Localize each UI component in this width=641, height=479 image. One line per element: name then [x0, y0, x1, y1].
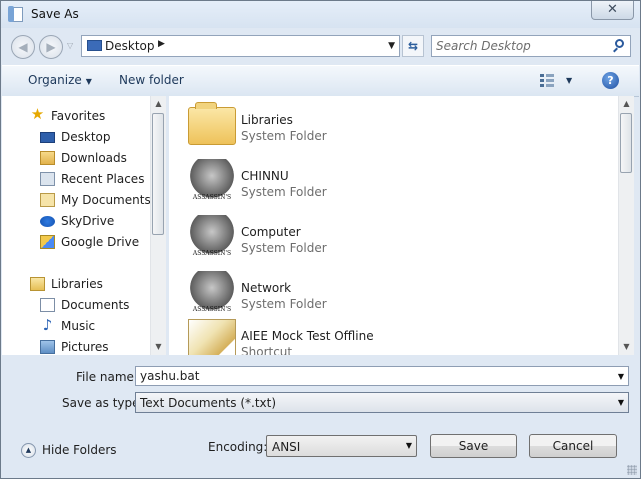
- address-dropdown-icon[interactable]: ▼: [388, 41, 395, 51]
- file-name: CHINNU: [241, 169, 289, 183]
- file-item-chinnu[interactable]: CHINNU System Folder: [169, 152, 609, 208]
- shortcut-icon: [188, 319, 236, 355]
- close-button[interactable]: ✕: [591, 1, 634, 20]
- encoding-label: Encoding:: [208, 440, 268, 454]
- save-as-type-label: Save as type:: [62, 396, 144, 410]
- computer-icon: [188, 215, 236, 263]
- document-icon: [40, 298, 55, 312]
- help-icon[interactable]: ?: [602, 72, 619, 89]
- file-name: Network: [241, 281, 292, 295]
- nav-item-desktop[interactable]: Desktop: [2, 127, 150, 147]
- chevron-down-icon: ▼: [617, 398, 624, 407]
- desktop-icon: [40, 132, 55, 143]
- chevron-up-icon: ▲: [21, 443, 36, 458]
- nav-item-favorites[interactable]: ★ Favorites: [2, 106, 150, 126]
- nav-item-recent-places[interactable]: Recent Places: [2, 169, 150, 189]
- user-folder-icon: [188, 159, 236, 207]
- scroll-up-icon[interactable]: ▲: [151, 96, 166, 112]
- music-icon: ♪: [42, 316, 53, 334]
- nav-item-documents[interactable]: Documents: [2, 295, 150, 315]
- libraries-icon: [30, 277, 45, 291]
- title-bar: Save As ✕: [1, 1, 640, 28]
- file-name-label: File name:: [76, 370, 138, 384]
- file-item-libraries[interactable]: Libraries System Folder: [169, 96, 609, 152]
- libraries-folder-icon: [188, 102, 236, 145]
- encoding-value: ANSI: [272, 440, 301, 454]
- chevron-down-icon: ▼: [85, 77, 92, 86]
- forward-arrow-icon: ▶: [46, 40, 56, 54]
- save-as-dialog: Save As ✕ ◀ ▶ ▽ Desktop ▶ ▼ ⇆ Organize▼ …: [0, 0, 641, 479]
- scroll-up-icon[interactable]: ▲: [619, 96, 634, 112]
- scroll-down-icon[interactable]: ▼: [619, 339, 634, 355]
- chevron-right-icon[interactable]: ▶: [158, 39, 165, 49]
- new-folder-button[interactable]: New folder: [119, 73, 184, 87]
- save-as-type-select[interactable]: Text Documents (*.txt) ▼: [135, 392, 629, 413]
- file-type: Shortcut: [241, 345, 293, 355]
- file-item-aiee-mock-test[interactable]: AIEE Mock Test Offline Shortcut: [169, 312, 609, 355]
- chevron-down-icon[interactable]: ▼: [618, 372, 624, 381]
- skydrive-icon: [40, 216, 55, 227]
- address-bar[interactable]: Desktop ▶ ▼: [81, 35, 400, 57]
- search-box[interactable]: [431, 35, 631, 57]
- scroll-down-icon[interactable]: ▼: [151, 339, 166, 355]
- save-button[interactable]: Save: [430, 434, 517, 458]
- organize-label: Organize: [28, 73, 82, 87]
- file-item-computer[interactable]: Computer System Folder: [169, 208, 609, 264]
- file-name: Libraries: [241, 113, 293, 127]
- back-button[interactable]: ◀: [11, 35, 35, 59]
- recent-locations-dropdown[interactable]: ▽: [67, 41, 73, 50]
- forward-button[interactable]: ▶: [39, 35, 63, 59]
- file-name-input[interactable]: [140, 368, 610, 384]
- file-type: System Folder: [241, 185, 327, 199]
- scrollbar-thumb[interactable]: [620, 113, 632, 173]
- nav-item-downloads[interactable]: Downloads: [2, 148, 150, 168]
- refresh-icon: ⇆: [407, 39, 419, 53]
- star-icon: ★: [30, 105, 45, 123]
- command-toolbar: Organize ▼ New folder ▼ ?: [2, 65, 639, 97]
- recent-places-icon: [40, 172, 55, 186]
- nav-item-google-drive[interactable]: Google Drive: [2, 232, 150, 252]
- pictures-icon: [40, 340, 55, 354]
- downloads-folder-icon: [40, 151, 55, 165]
- search-input[interactable]: [436, 38, 604, 54]
- documents-folder-icon: [40, 193, 55, 207]
- resize-grip[interactable]: [627, 465, 637, 475]
- navigation-pane: ★ Favorites Desktop Downloads Recent Plac…: [2, 96, 150, 355]
- nav-item-libraries[interactable]: Libraries: [2, 274, 150, 294]
- file-name-combobox[interactable]: ▼: [135, 366, 629, 386]
- address-location[interactable]: Desktop: [105, 39, 155, 53]
- nav-item-music[interactable]: ♪ Music: [2, 316, 150, 336]
- nav-item-my-documents[interactable]: My Documents: [2, 190, 150, 210]
- file-type: System Folder: [241, 129, 327, 143]
- file-type: System Folder: [241, 297, 327, 311]
- save-as-type-value: Text Documents (*.txt): [140, 396, 277, 410]
- navigation-pane-scrollbar[interactable]: ▲ ▼: [150, 96, 166, 355]
- hide-folders-label: Hide Folders: [42, 443, 117, 457]
- file-list: Libraries System Folder CHINNU System Fo…: [169, 96, 618, 355]
- file-name: AIEE Mock Test Offline: [241, 329, 374, 343]
- back-arrow-icon: ◀: [18, 40, 28, 54]
- scrollbar-thumb[interactable]: [152, 113, 164, 235]
- cancel-button[interactable]: Cancel: [529, 434, 617, 458]
- search-icon[interactable]: [615, 39, 624, 48]
- file-name: Computer: [241, 225, 301, 239]
- nav-item-skydrive[interactable]: SkyDrive: [2, 211, 150, 231]
- view-options-dropdown-icon[interactable]: ▼: [566, 76, 572, 85]
- file-list-scrollbar[interactable]: ▲ ▼: [618, 96, 634, 355]
- encoding-select[interactable]: ANSI ▼: [266, 435, 417, 457]
- nav-item-pictures[interactable]: Pictures: [2, 337, 150, 355]
- notepad-icon: [8, 6, 23, 22]
- google-drive-icon: [40, 235, 55, 249]
- organize-button[interactable]: Organize ▼: [28, 73, 92, 87]
- refresh-button[interactable]: ⇆: [402, 35, 424, 57]
- chevron-down-icon: ▼: [405, 441, 412, 450]
- change-view-icon[interactable]: [540, 74, 554, 87]
- desktop-icon: [87, 40, 102, 51]
- file-type: System Folder: [241, 241, 327, 255]
- window-title: Save As: [31, 7, 79, 21]
